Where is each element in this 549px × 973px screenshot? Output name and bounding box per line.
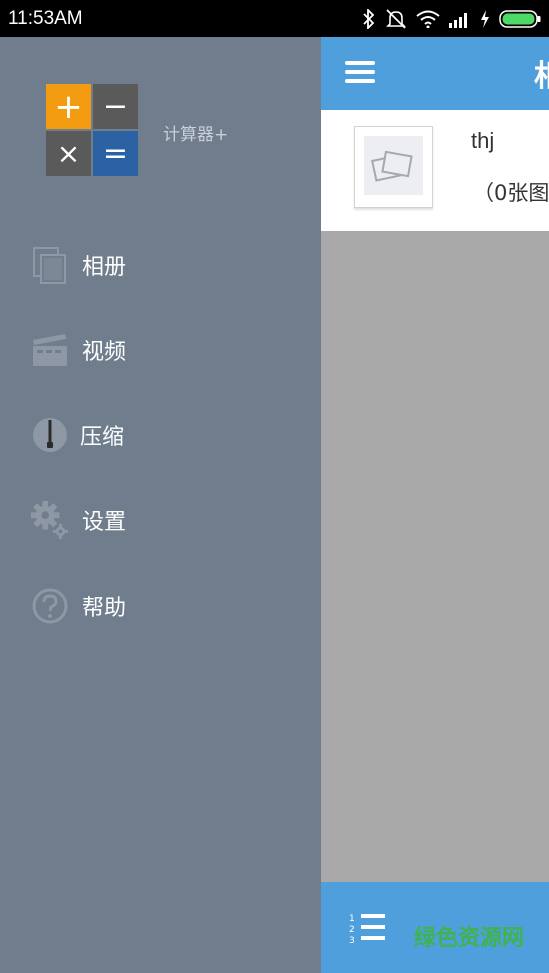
- album-name: thj: [471, 128, 495, 153]
- numbered-list-icon[interactable]: 1 2 3: [349, 912, 389, 946]
- drawer-item-label: 相册: [82, 255, 127, 280]
- help-icon: [30, 586, 70, 626]
- logo-minus-tile: −: [93, 84, 138, 129]
- charging-icon: [481, 9, 489, 28]
- nav-drawer: + − × = 计算器+ 相册 视频 压缩 设置 帮助: [0, 37, 321, 973]
- drawer-item-settings[interactable]: 设置: [30, 492, 290, 548]
- drawer-item-help[interactable]: 帮助: [30, 578, 290, 634]
- bluetooth-icon: [363, 8, 375, 29]
- drawer-item-album[interactable]: 相册: [30, 237, 290, 293]
- album-list-item[interactable]: thj （0张图: [321, 110, 549, 231]
- svg-text:2: 2: [349, 925, 355, 935]
- svg-text:1: 1: [349, 914, 355, 924]
- status-bar: 11:53AM: [0, 0, 549, 37]
- album-photo-count: （0张图: [473, 181, 549, 205]
- status-time: 11:53AM: [8, 7, 83, 29]
- status-icons: [362, 8, 541, 29]
- svg-text:3: 3: [349, 936, 355, 946]
- video-icon: [30, 330, 70, 370]
- drawer-item-label: 设置: [82, 510, 127, 535]
- settings-icon: [30, 500, 70, 540]
- logo-plus-tile: +: [46, 84, 91, 129]
- app-name: 计算器+: [163, 125, 229, 145]
- zip-icon: [30, 415, 70, 455]
- signal-icon: [449, 12, 467, 28]
- drawer-item-zip[interactable]: 压缩: [30, 407, 290, 463]
- drawer-item-label: 压缩: [80, 425, 125, 450]
- album-icon: [30, 245, 70, 285]
- main-title: 相: [534, 51, 549, 95]
- wifi-icon: [416, 10, 440, 28]
- battery-icon: [499, 9, 541, 28]
- logo-times-tile: ×: [46, 131, 91, 176]
- drawer-item-label: 视频: [82, 340, 127, 365]
- hamburger-menu-icon[interactable]: [345, 61, 375, 87]
- album-thumbnail: [354, 126, 433, 208]
- app-logo: + − × =: [46, 84, 138, 176]
- drawer-item-label: 帮助: [82, 596, 127, 621]
- mute-icon: [386, 8, 406, 29]
- photos-placeholder-icon: [371, 150, 413, 182]
- watermark: 绿色资源网: [414, 926, 525, 951]
- logo-equals-tile: =: [93, 131, 138, 176]
- drawer-item-video[interactable]: 视频: [30, 322, 290, 378]
